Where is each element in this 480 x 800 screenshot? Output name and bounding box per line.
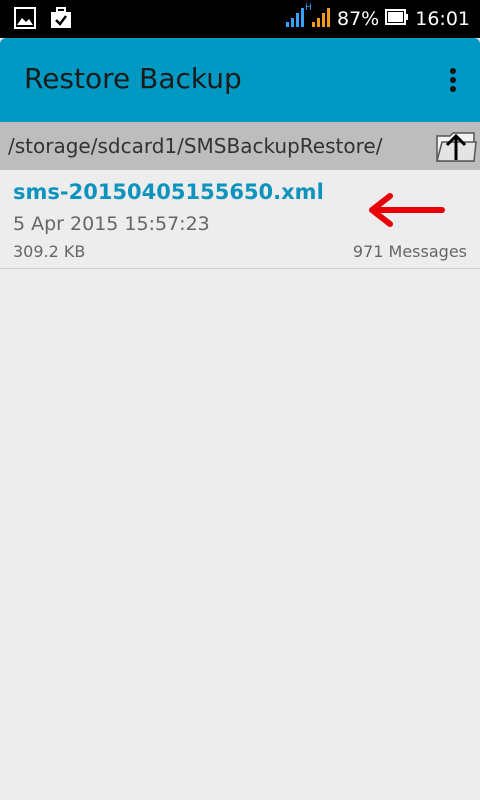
briefcase-check-icon: [50, 7, 72, 33]
list-divider: [0, 268, 480, 269]
path-bar: /storage/sdcard1/SMSBackupRestore/: [0, 122, 480, 170]
status-bar: H 87% 16:01: [0, 0, 480, 38]
file-name: sms-20150405155650.xml: [13, 180, 324, 204]
message-count: 971 Messages: [352, 242, 467, 261]
page-title: Restore Backup: [24, 62, 242, 95]
folder-path: /storage/sdcard1/SMSBackupRestore/: [8, 134, 383, 158]
battery-icon: [385, 8, 409, 30]
red-arrow-icon: [366, 188, 446, 232]
wifi-signal-icon: [285, 6, 305, 32]
image-icon: [14, 7, 36, 33]
folder-up-icon[interactable]: [434, 126, 478, 166]
file-size: 309.2 KB: [13, 242, 86, 261]
app-bar: Restore Backup: [0, 38, 480, 122]
file-date: 5 Apr 2015 15:57:23: [13, 213, 210, 235]
cell-signal-icon: [311, 6, 331, 32]
more-vert-icon[interactable]: [440, 58, 468, 102]
battery-percent: 87%: [337, 8, 380, 30]
clock: 16:01: [415, 8, 470, 30]
